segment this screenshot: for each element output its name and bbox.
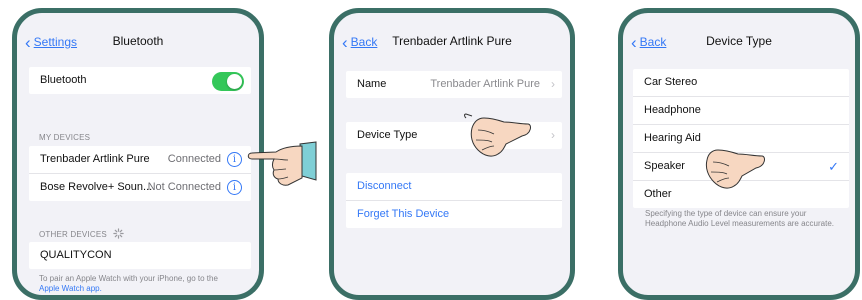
bluetooth-toggle-group: Bluetooth bbox=[29, 67, 251, 94]
device-name: Bose Revolve+ Soun... bbox=[40, 181, 153, 193]
device-name: Trenbader Artlink Pure bbox=[40, 153, 150, 165]
navigation-bar: ‹ Settings Bluetooth bbox=[17, 13, 259, 63]
info-icon[interactable]: i bbox=[227, 180, 242, 195]
pairing-footer: To pair an Apple Watch with your iPhone,… bbox=[39, 274, 249, 294]
page-title: Bluetooth bbox=[112, 34, 164, 48]
bluetooth-row: Bluetooth bbox=[29, 67, 251, 94]
page-title: Trenbader Artlink Pure bbox=[392, 34, 512, 48]
option-headphone[interactable]: Headphone bbox=[633, 96, 849, 124]
option-label: Other bbox=[644, 188, 672, 200]
chevron-right-icon: › bbox=[551, 128, 555, 142]
device-row[interactable]: Trenbader Artlink Pure Connected i bbox=[29, 146, 251, 173]
name-group: Name Trenbader Artlink Pure › bbox=[346, 71, 562, 98]
option-car-stereo[interactable]: Car Stereo bbox=[633, 69, 849, 96]
navigation-bar: ‹ Back Trenbader Artlink Pure bbox=[334, 13, 570, 63]
my-devices-list: Trenbader Artlink Pure Connected i Bose … bbox=[29, 146, 251, 201]
navigation-bar: ‹ Back Device Type bbox=[623, 13, 855, 63]
bluetooth-label: Bluetooth bbox=[40, 74, 87, 86]
chevron-right-icon: › bbox=[551, 77, 555, 91]
checkmark-icon: ✓ bbox=[828, 159, 839, 174]
forget-device-button[interactable]: Forget This Device bbox=[346, 200, 562, 228]
option-label: Headphone bbox=[644, 104, 701, 116]
device-type-label: Device Type bbox=[357, 129, 418, 141]
device-row[interactable]: Bose Revolve+ Soun... Not Connected i bbox=[29, 173, 251, 201]
actions-group: Disconnect Forget This Device bbox=[346, 173, 562, 228]
option-label: Car Stereo bbox=[644, 76, 698, 88]
info-icon[interactable]: i bbox=[227, 152, 242, 167]
option-label: Speaker bbox=[644, 160, 685, 172]
name-row[interactable]: Name Trenbader Artlink Pure › bbox=[346, 71, 562, 98]
pointing-hand-icon bbox=[247, 141, 317, 186]
device-detail-screen: ‹ Back Trenbader Artlink Pure Name Trenba… bbox=[329, 8, 575, 300]
other-devices-label: OTHER DEVICES bbox=[39, 230, 107, 239]
device-name: QUALITYCON bbox=[40, 249, 112, 261]
other-devices-list: QUALITYCON bbox=[29, 242, 251, 269]
bluetooth-settings-screen: ‹ Settings Bluetooth Bluetooth MY DEVICES… bbox=[12, 8, 264, 300]
device-status: Not Connected bbox=[147, 181, 221, 193]
other-devices-header: OTHER DEVICES bbox=[39, 228, 125, 239]
device-type-footer: Specifying the type of device can ensure… bbox=[645, 209, 835, 228]
name-value: Trenbader Artlink Pure bbox=[430, 78, 540, 90]
page-title: Device Type bbox=[706, 34, 772, 48]
name-label: Name bbox=[357, 78, 387, 90]
bluetooth-toggle[interactable] bbox=[212, 72, 244, 91]
pointing-hand-icon bbox=[705, 149, 765, 189]
footer-text: To pair an Apple Watch with your iPhone,… bbox=[39, 274, 218, 283]
device-row[interactable]: QUALITYCON bbox=[29, 242, 251, 269]
option-label: Hearing Aid bbox=[644, 132, 701, 144]
toggle-knob bbox=[227, 74, 242, 89]
disconnect-button[interactable]: Disconnect bbox=[346, 173, 562, 200]
my-devices-header: MY DEVICES bbox=[39, 133, 91, 142]
device-status: Connected bbox=[167, 153, 221, 165]
spinner-icon bbox=[113, 228, 125, 239]
pointing-hand-icon bbox=[464, 113, 531, 157]
